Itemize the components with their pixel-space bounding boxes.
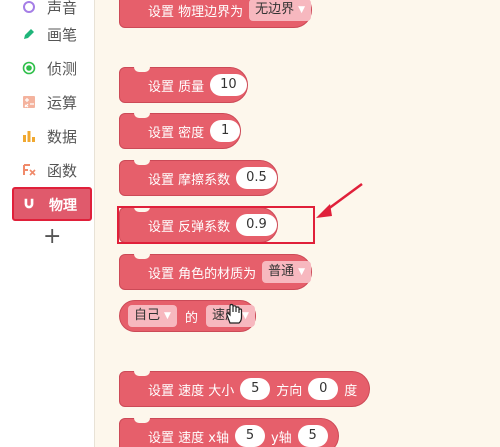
speed-y-input[interactable]: 5 bbox=[297, 425, 328, 447]
block-text: 设置 反弹系数 bbox=[148, 219, 231, 235]
mass-input[interactable]: 10 bbox=[210, 74, 247, 96]
function-icon bbox=[22, 163, 36, 177]
category-label: 数据 bbox=[47, 128, 78, 146]
block-text: 设置 角色的材质为 bbox=[148, 266, 257, 282]
block-set-boundary[interactable]: 设置 物理边界为 无边界 ▼ bbox=[119, 0, 313, 28]
category-label: 侦测 bbox=[47, 60, 78, 78]
block-text: 设置 速度 x轴 bbox=[148, 430, 229, 446]
block-text: 方向 bbox=[276, 383, 303, 399]
block-text: 设置 质量 bbox=[148, 79, 205, 95]
target-dropdown[interactable]: 自己 ▼ bbox=[128, 305, 177, 327]
block-text: 设置 密度 bbox=[148, 125, 205, 141]
block-set-mass[interactable]: 设置 质量 10 bbox=[119, 67, 248, 103]
category-label: 运算 bbox=[47, 94, 78, 112]
chevron-down-icon: ▼ bbox=[164, 311, 171, 321]
block-set-bounce[interactable]: 设置 反弹系数 0.9 bbox=[119, 207, 278, 243]
chevron-down-icon: ▼ bbox=[298, 5, 306, 15]
pointer-arrow-icon bbox=[316, 182, 363, 218]
data-icon bbox=[22, 129, 36, 143]
category-physics[interactable]: 物理 bbox=[12, 187, 92, 221]
block-text: 度 bbox=[344, 383, 358, 399]
category-function[interactable]: 函数 bbox=[0, 150, 95, 190]
block-text: 设置 速度 大小 bbox=[148, 383, 235, 399]
pen-icon bbox=[22, 27, 36, 41]
sensing-icon bbox=[22, 61, 36, 75]
density-input[interactable]: 1 bbox=[210, 120, 241, 142]
block-text: 设置 物理边界为 bbox=[148, 4, 244, 20]
material-dropdown[interactable]: 普通 ▼ bbox=[262, 261, 312, 283]
block-set-material[interactable]: 设置 角色的材质为 普通 ▼ bbox=[119, 254, 313, 290]
block-set-speed-direction[interactable]: 设置 速度 大小 5 方向 0 度 bbox=[119, 371, 371, 407]
speed-direction-input[interactable]: 0 bbox=[308, 378, 339, 400]
category-label: 物理 bbox=[49, 198, 77, 214]
category-sidebar: 声音 画笔 侦测 运算 数据 函数 物理 + bbox=[0, 0, 95, 447]
chevron-down-icon: ▼ bbox=[298, 267, 306, 277]
magnet-icon bbox=[22, 197, 36, 211]
boundary-dropdown[interactable]: 无边界 ▼ bbox=[249, 0, 312, 21]
bounce-input[interactable]: 0.9 bbox=[236, 214, 277, 236]
block-text: y轴 bbox=[270, 430, 292, 446]
speed-x-input[interactable]: 5 bbox=[234, 425, 265, 447]
operator-icon bbox=[22, 95, 36, 109]
hand-cursor-icon bbox=[226, 303, 243, 324]
add-extension-button[interactable]: + bbox=[43, 226, 61, 248]
block-set-speed-xy[interactable]: 设置 速度 x轴 5 y轴 5 bbox=[119, 418, 339, 447]
speed-size-input[interactable]: 5 bbox=[240, 378, 271, 400]
block-set-friction[interactable]: 设置 摩擦系数 0.5 bbox=[119, 160, 278, 196]
friction-input[interactable]: 0.5 bbox=[236, 167, 277, 189]
category-label: 函数 bbox=[47, 162, 78, 180]
block-set-density[interactable]: 设置 密度 1 bbox=[119, 113, 242, 149]
block-text: 的 bbox=[184, 310, 198, 326]
category-label: 画笔 bbox=[47, 26, 78, 44]
block-text: 设置 摩擦系数 bbox=[148, 172, 231, 188]
sound-icon bbox=[22, 0, 36, 14]
